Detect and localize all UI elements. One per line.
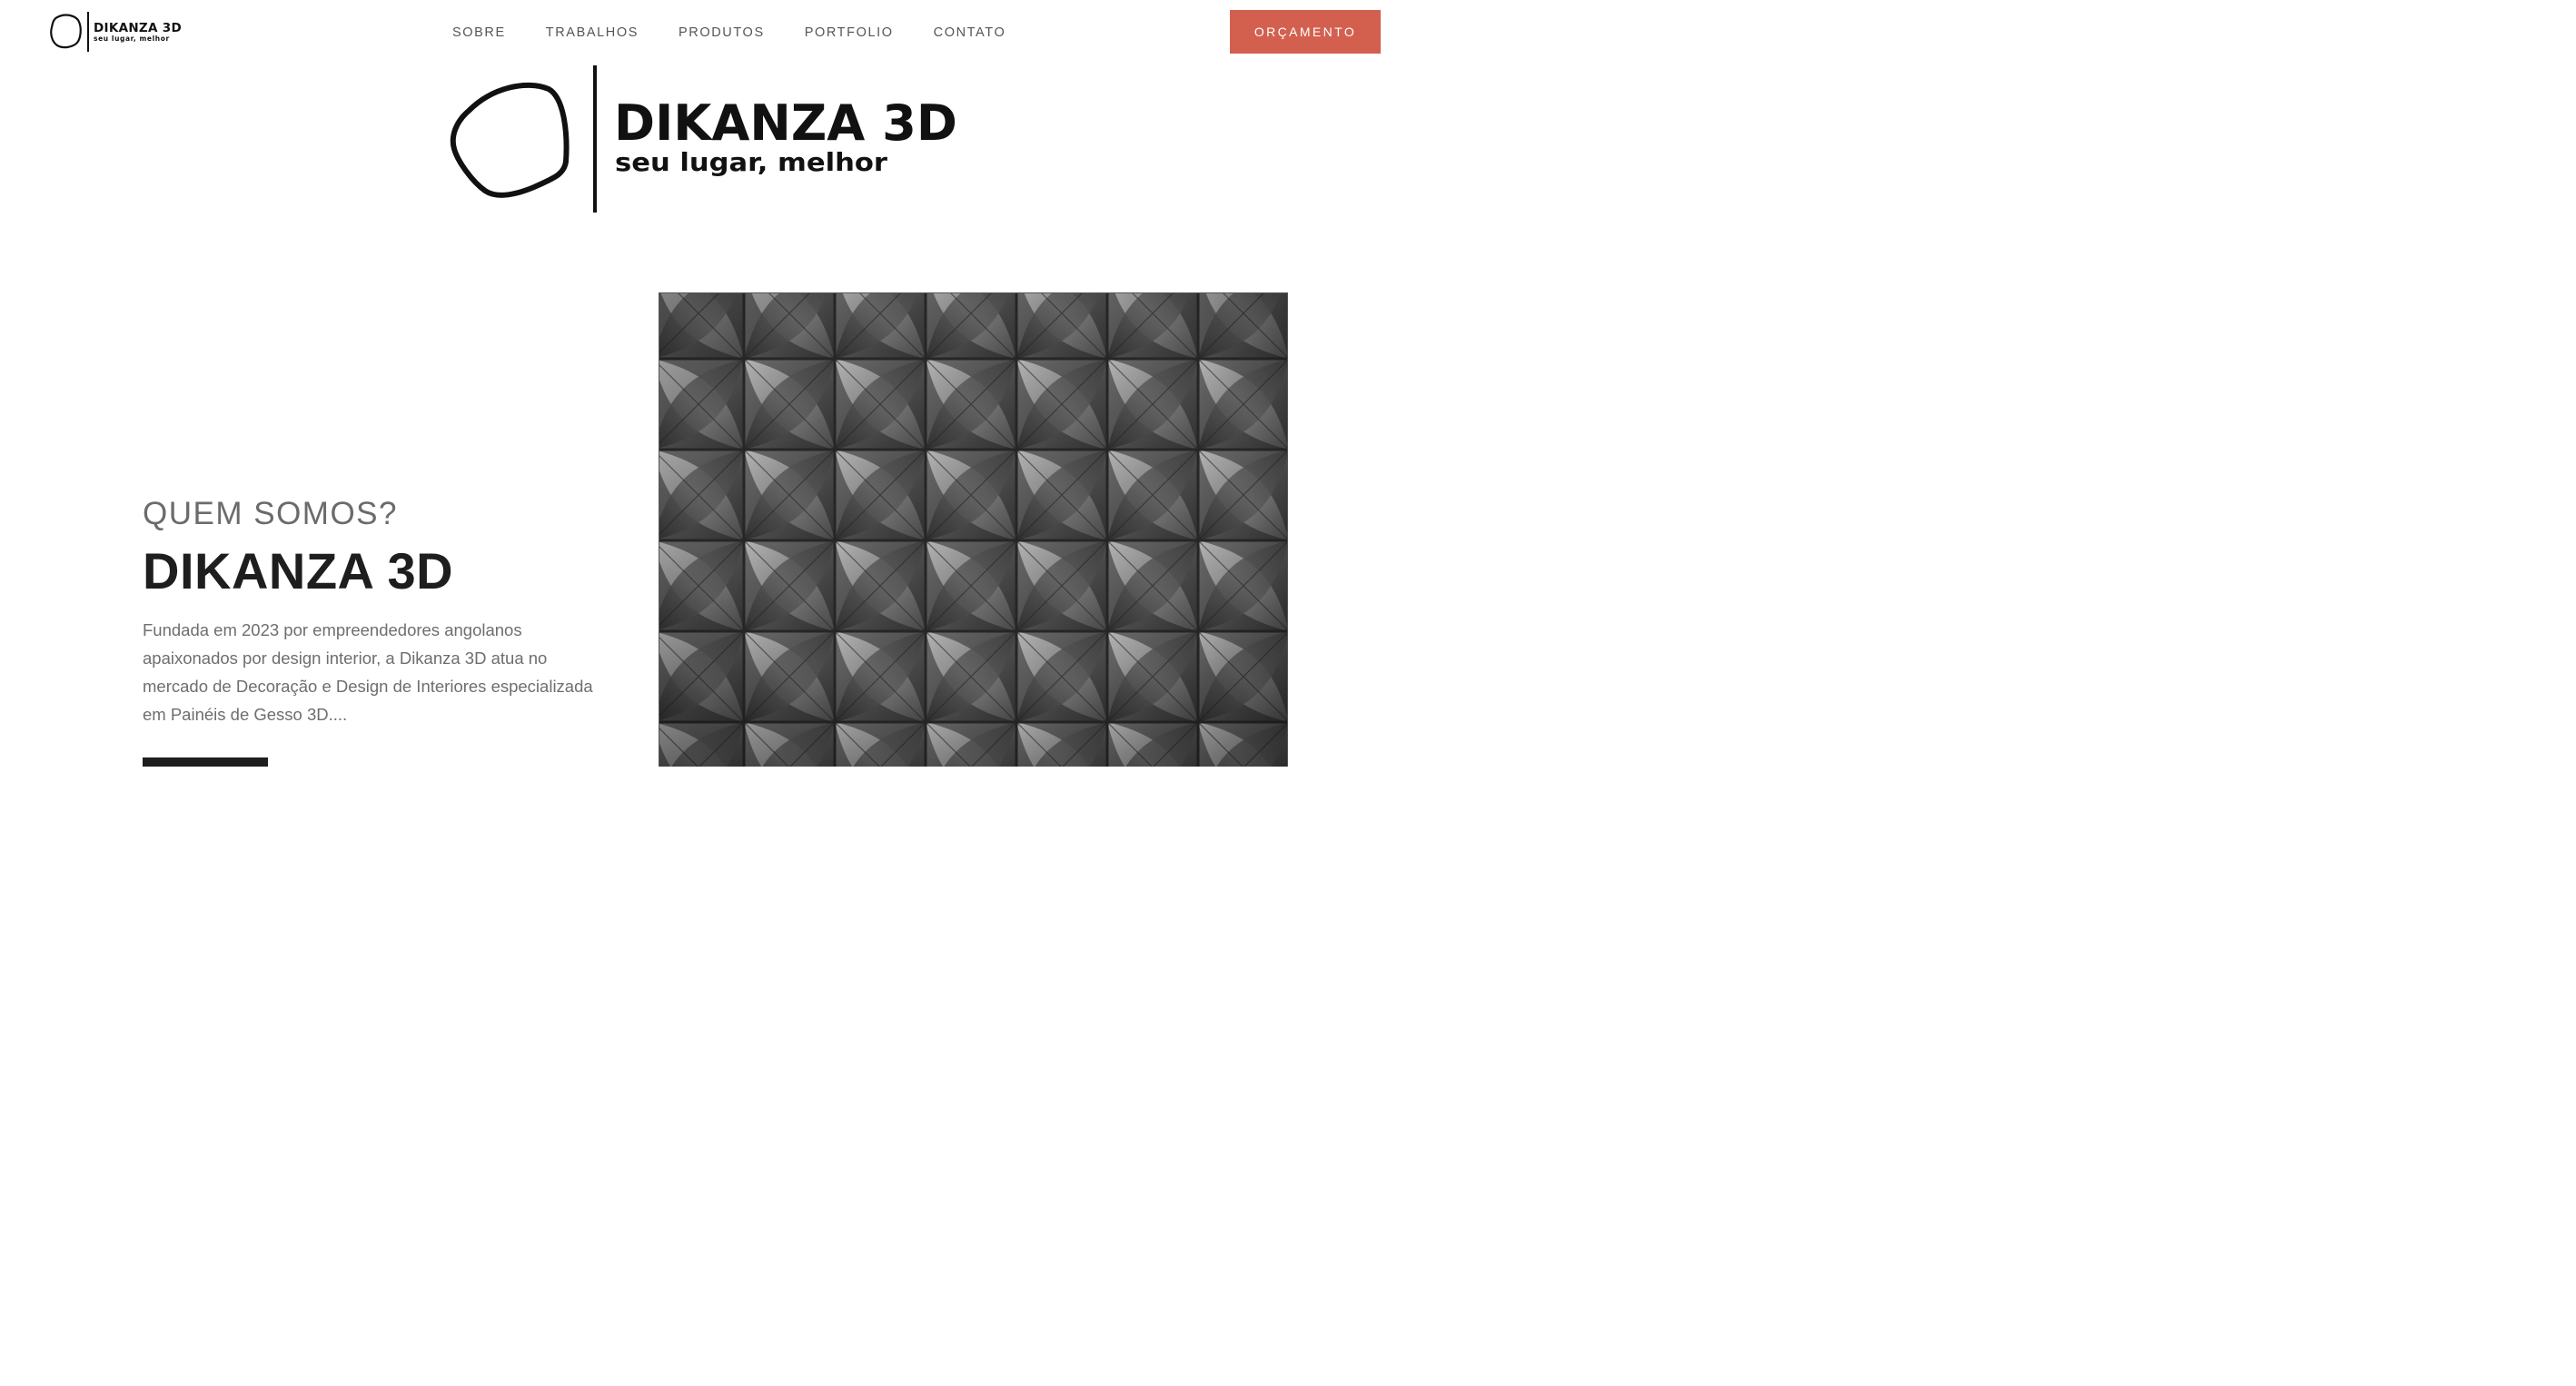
hero-logo: DIKANZA 3D seu lugar, melhor (450, 65, 957, 213)
nav-item-contato[interactable]: CONTATO (934, 24, 1006, 42)
nav-item-portfolio[interactable]: PORTFOLIO (805, 24, 894, 42)
nav-item-produtos[interactable]: PRODUTOS (679, 24, 765, 42)
logo-shape-icon (50, 14, 82, 49)
nav-item-sobre[interactable]: SOBRE (452, 24, 506, 42)
nav-item-trabalhos[interactable]: TRABALHOS (546, 24, 639, 42)
logo-tagline: seu lugar, melhor (94, 35, 170, 43)
page: DIKANZA 3D seu lugar, melhor SOBRE TRABA… (0, 0, 1404, 767)
hero-logo-brand-name: DIKANZA 3D (614, 94, 957, 152)
site-header: DIKANZA 3D seu lugar, melhor SOBRE TRABA… (0, 0, 1404, 64)
about-description: Fundada em 2023 por empreendedores angol… (143, 620, 593, 724)
about-title: DIKANZA 3D (143, 542, 454, 599)
gypsum-panel-image (659, 292, 1288, 767)
about-more-button[interactable] (143, 757, 268, 767)
hero-logo-tagline: seu lugar, melhor (615, 147, 887, 177)
quote-button[interactable]: ORÇAMENTO (1230, 10, 1381, 54)
main-nav: SOBRE TRABALHOS PRODUTOS PORTFOLIO CONTA… (432, 24, 1025, 42)
header-logo[interactable]: DIKANZA 3D seu lugar, melhor (49, 11, 194, 53)
about-kicker: QUEM SOMOS? (143, 496, 398, 531)
hero-logo-shape-icon (450, 82, 570, 198)
logo-brand-name: DIKANZA 3D (94, 21, 182, 35)
